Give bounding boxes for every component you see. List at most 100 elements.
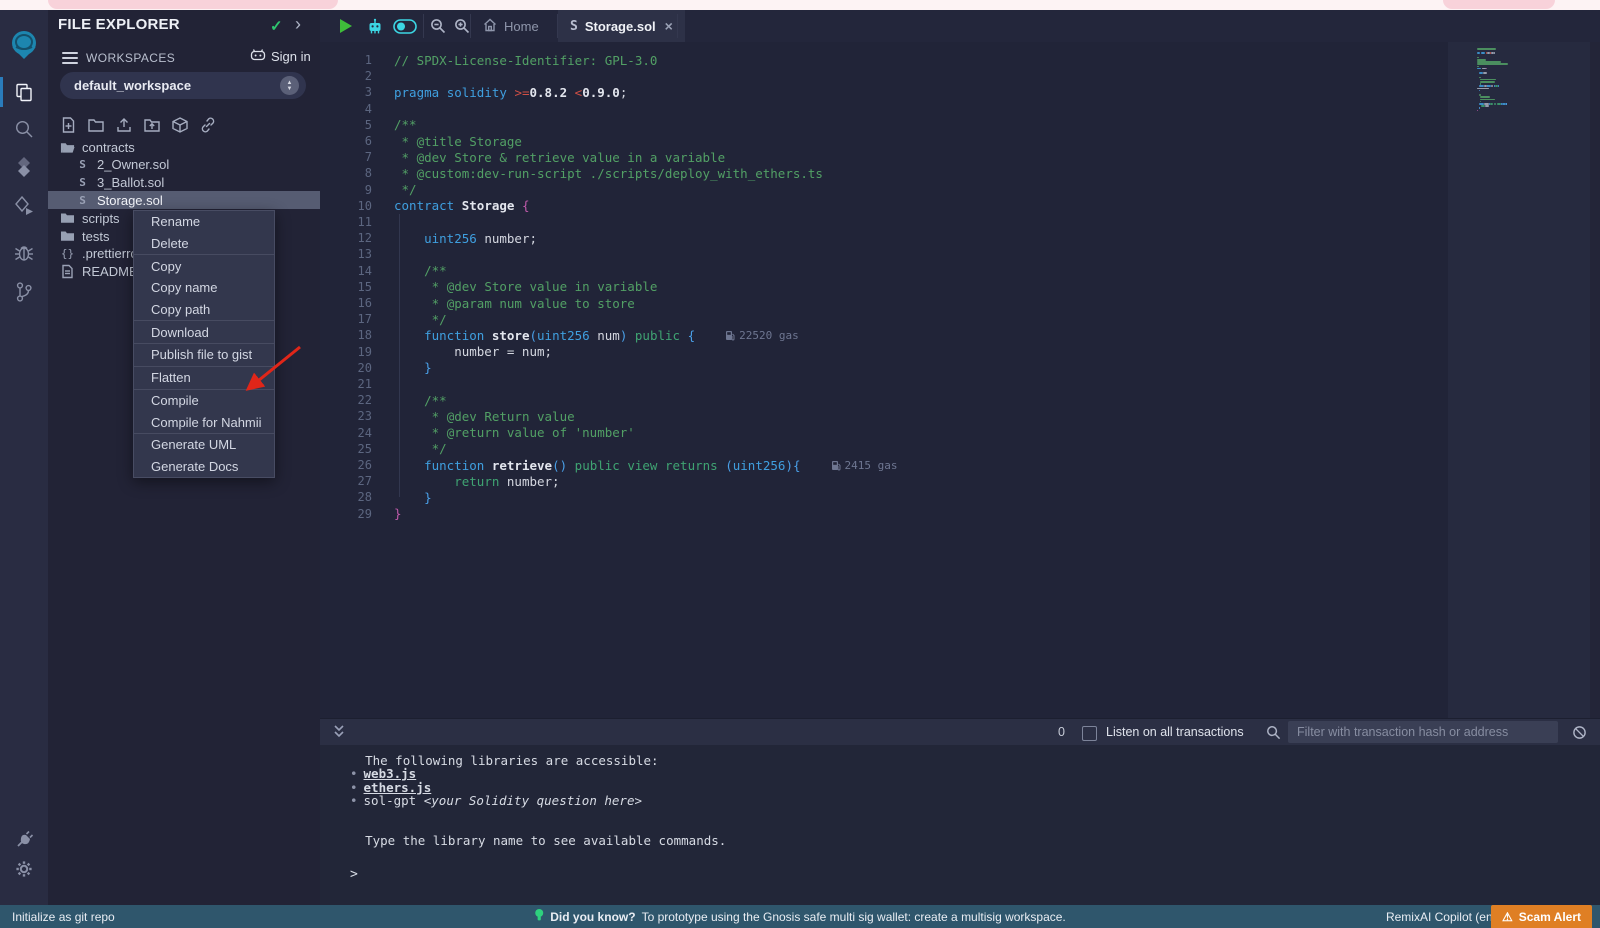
code-line-2[interactable]: 2 bbox=[320, 68, 394, 84]
code-line-13[interactable]: 13 bbox=[320, 246, 394, 262]
solidity-compiler-icon[interactable] bbox=[0, 150, 48, 184]
remix-logo[interactable] bbox=[0, 28, 48, 62]
code-editor[interactable]: 1// SPDX-License-Identifier: GPL-3.023pr… bbox=[320, 42, 1448, 718]
code-line-7[interactable]: 7 * @dev Store & retrieve value in a var… bbox=[320, 149, 725, 165]
menu-item-copy-path[interactable]: Copy path bbox=[134, 299, 274, 321]
code-line-20[interactable]: 20 } bbox=[320, 360, 432, 376]
ai-robot-icon[interactable] bbox=[362, 10, 388, 42]
menu-item-flatten[interactable]: Flatten bbox=[134, 366, 274, 389]
menu-item-rename[interactable]: Rename bbox=[134, 211, 274, 233]
clear-console-icon[interactable] bbox=[1572, 725, 1587, 745]
tip-title: Did you know? bbox=[550, 910, 635, 924]
new-folder-icon[interactable] bbox=[87, 116, 105, 134]
cube-icon[interactable] bbox=[171, 116, 189, 134]
tab-home[interactable]: Home bbox=[471, 10, 551, 42]
check-icon[interactable]: ✓ bbox=[270, 17, 283, 35]
close-icon[interactable]: × bbox=[665, 18, 673, 34]
terminal-output[interactable]: > The following libraries are accessible… bbox=[320, 745, 1600, 915]
menu-item-compile-for-nahmii[interactable]: Compile for Nahmii bbox=[134, 411, 274, 433]
git-icon[interactable] bbox=[0, 275, 48, 309]
chevron-right-icon[interactable]: › bbox=[295, 14, 301, 35]
minimap-line bbox=[1482, 68, 1486, 70]
tree-item-label: Storage.sol bbox=[97, 193, 163, 208]
code-line-12[interactable]: 12 uint256 number; bbox=[320, 230, 537, 246]
code-line-19[interactable]: 19 number = num; bbox=[320, 344, 552, 360]
new-file-icon[interactable] bbox=[60, 116, 77, 134]
menu-item-delete[interactable]: Delete bbox=[134, 233, 274, 255]
scam-alert-button[interactable]: ⚠ Scam Alert bbox=[1491, 905, 1592, 928]
remix-ide-window: FILE EXPLORER ✓ › WORKSPACES Sign in def… bbox=[0, 0, 1600, 928]
line-number: 28 bbox=[320, 490, 372, 504]
code-line-11[interactable]: 11 bbox=[320, 214, 394, 230]
braces-icon: {} bbox=[60, 247, 75, 260]
code-line-24[interactable]: 24 * @return value of 'number' bbox=[320, 425, 635, 441]
code-line-21[interactable]: 21 bbox=[320, 376, 394, 392]
tree-item-2-owner-sol[interactable]: S2_Owner.sol bbox=[48, 156, 347, 174]
code-line-3[interactable]: 3pragma solidity >=0.8.2 <0.9.0; bbox=[320, 84, 627, 100]
sign-in-button[interactable]: Sign in bbox=[250, 48, 311, 65]
search-icon[interactable] bbox=[0, 112, 48, 146]
tab-storage-sol[interactable]: S Storage.sol × bbox=[558, 10, 685, 42]
updown-icon[interactable]: ▲▼ bbox=[280, 76, 299, 95]
menu-item-copy[interactable]: Copy bbox=[134, 254, 274, 277]
git-init-button[interactable]: Initialize as git repo bbox=[12, 910, 115, 924]
minimap-line bbox=[1485, 105, 1489, 107]
tree-item-3-ballot-sol[interactable]: S3_Ballot.sol bbox=[48, 174, 347, 192]
link-icon[interactable] bbox=[199, 116, 217, 134]
did-you-know-tip: Did you know? To prototype using the Gno… bbox=[534, 908, 1066, 925]
code-line-26[interactable]: 26 function retrieve() public view retur… bbox=[320, 457, 897, 473]
terminal-prompt[interactable]: > bbox=[350, 867, 358, 882]
code-text: * @dev Store value in variable bbox=[372, 279, 657, 294]
tree-item-contracts[interactable]: contracts bbox=[48, 138, 332, 156]
menu-item-download[interactable]: Download bbox=[134, 320, 274, 343]
code-line-25[interactable]: 25 */ bbox=[320, 441, 447, 457]
code-line-28[interactable]: 28 } bbox=[320, 489, 432, 505]
zoom-out-icon[interactable] bbox=[426, 10, 450, 42]
code-line-22[interactable]: 22 /** bbox=[320, 392, 447, 408]
run-script-button[interactable] bbox=[332, 10, 358, 42]
file-explorer-icon[interactable] bbox=[0, 75, 48, 109]
code-line-1[interactable]: 1// SPDX-License-Identifier: GPL-3.0 bbox=[320, 52, 657, 68]
code-line-15[interactable]: 15 * @dev Store value in variable bbox=[320, 279, 657, 295]
code-line-17[interactable]: 17 */ bbox=[320, 311, 447, 327]
settings-icon[interactable] bbox=[0, 852, 48, 886]
plugin-icon[interactable] bbox=[0, 822, 48, 856]
code-line-18[interactable]: 18 function store(uint256 num) public {2… bbox=[320, 327, 799, 343]
icon-sidebar bbox=[0, 10, 49, 905]
code-line-29[interactable]: 29} bbox=[320, 506, 402, 522]
copilot-toggle[interactable] bbox=[390, 10, 420, 42]
code-line-23[interactable]: 23 * @dev Return value bbox=[320, 408, 575, 424]
collapse-terminal-icon[interactable] bbox=[332, 724, 346, 744]
debugger-icon[interactable] bbox=[0, 236, 48, 270]
lightbulb-icon bbox=[534, 908, 544, 925]
upload-folder-icon[interactable] bbox=[143, 116, 161, 134]
code-line-10[interactable]: 10contract Storage { bbox=[320, 198, 530, 214]
minimap-zone[interactable] bbox=[1448, 42, 1590, 718]
code-line-4[interactable]: 4 bbox=[320, 101, 394, 117]
code-line-27[interactable]: 27 return number; bbox=[320, 473, 560, 489]
terminal-link-line: •web3.js bbox=[350, 766, 416, 779]
listen-checkbox[interactable] bbox=[1082, 726, 1097, 741]
menu-item-publish-file-to-gist[interactable]: Publish file to gist bbox=[134, 343, 274, 366]
code-text: */ bbox=[372, 441, 447, 456]
code-text: /** bbox=[372, 263, 447, 278]
menu-item-generate-docs[interactable]: Generate Docs bbox=[134, 456, 274, 478]
hamburger-icon[interactable] bbox=[62, 52, 78, 64]
listen-label[interactable]: Listen on all transactions bbox=[1106, 725, 1244, 739]
menu-item-copy-name[interactable]: Copy name bbox=[134, 277, 274, 299]
menu-item-generate-uml[interactable]: Generate UML bbox=[134, 433, 274, 456]
deploy-run-icon[interactable] bbox=[0, 189, 48, 223]
tree-item-storage-sol[interactable]: SStorage.sol bbox=[48, 191, 347, 209]
code-line-9[interactable]: 9 */ bbox=[320, 182, 417, 198]
menu-item-compile[interactable]: Compile bbox=[134, 389, 274, 412]
code-line-14[interactable]: 14 /** bbox=[320, 263, 447, 279]
upload-file-icon[interactable] bbox=[115, 116, 133, 134]
code-line-6[interactable]: 6 * @title Storage bbox=[320, 133, 522, 149]
code-line-16[interactable]: 16 * @param num value to store bbox=[320, 295, 635, 311]
transaction-filter-input[interactable] bbox=[1288, 721, 1558, 743]
scrollbar-strip[interactable] bbox=[1590, 42, 1600, 718]
code-line-5[interactable]: 5/** bbox=[320, 117, 417, 133]
line-number: 6 bbox=[320, 134, 372, 148]
workspace-select[interactable]: default_workspace ▲▼ bbox=[60, 72, 306, 99]
code-line-8[interactable]: 8 * @custom:dev-run-script ./scripts/dep… bbox=[320, 165, 823, 181]
